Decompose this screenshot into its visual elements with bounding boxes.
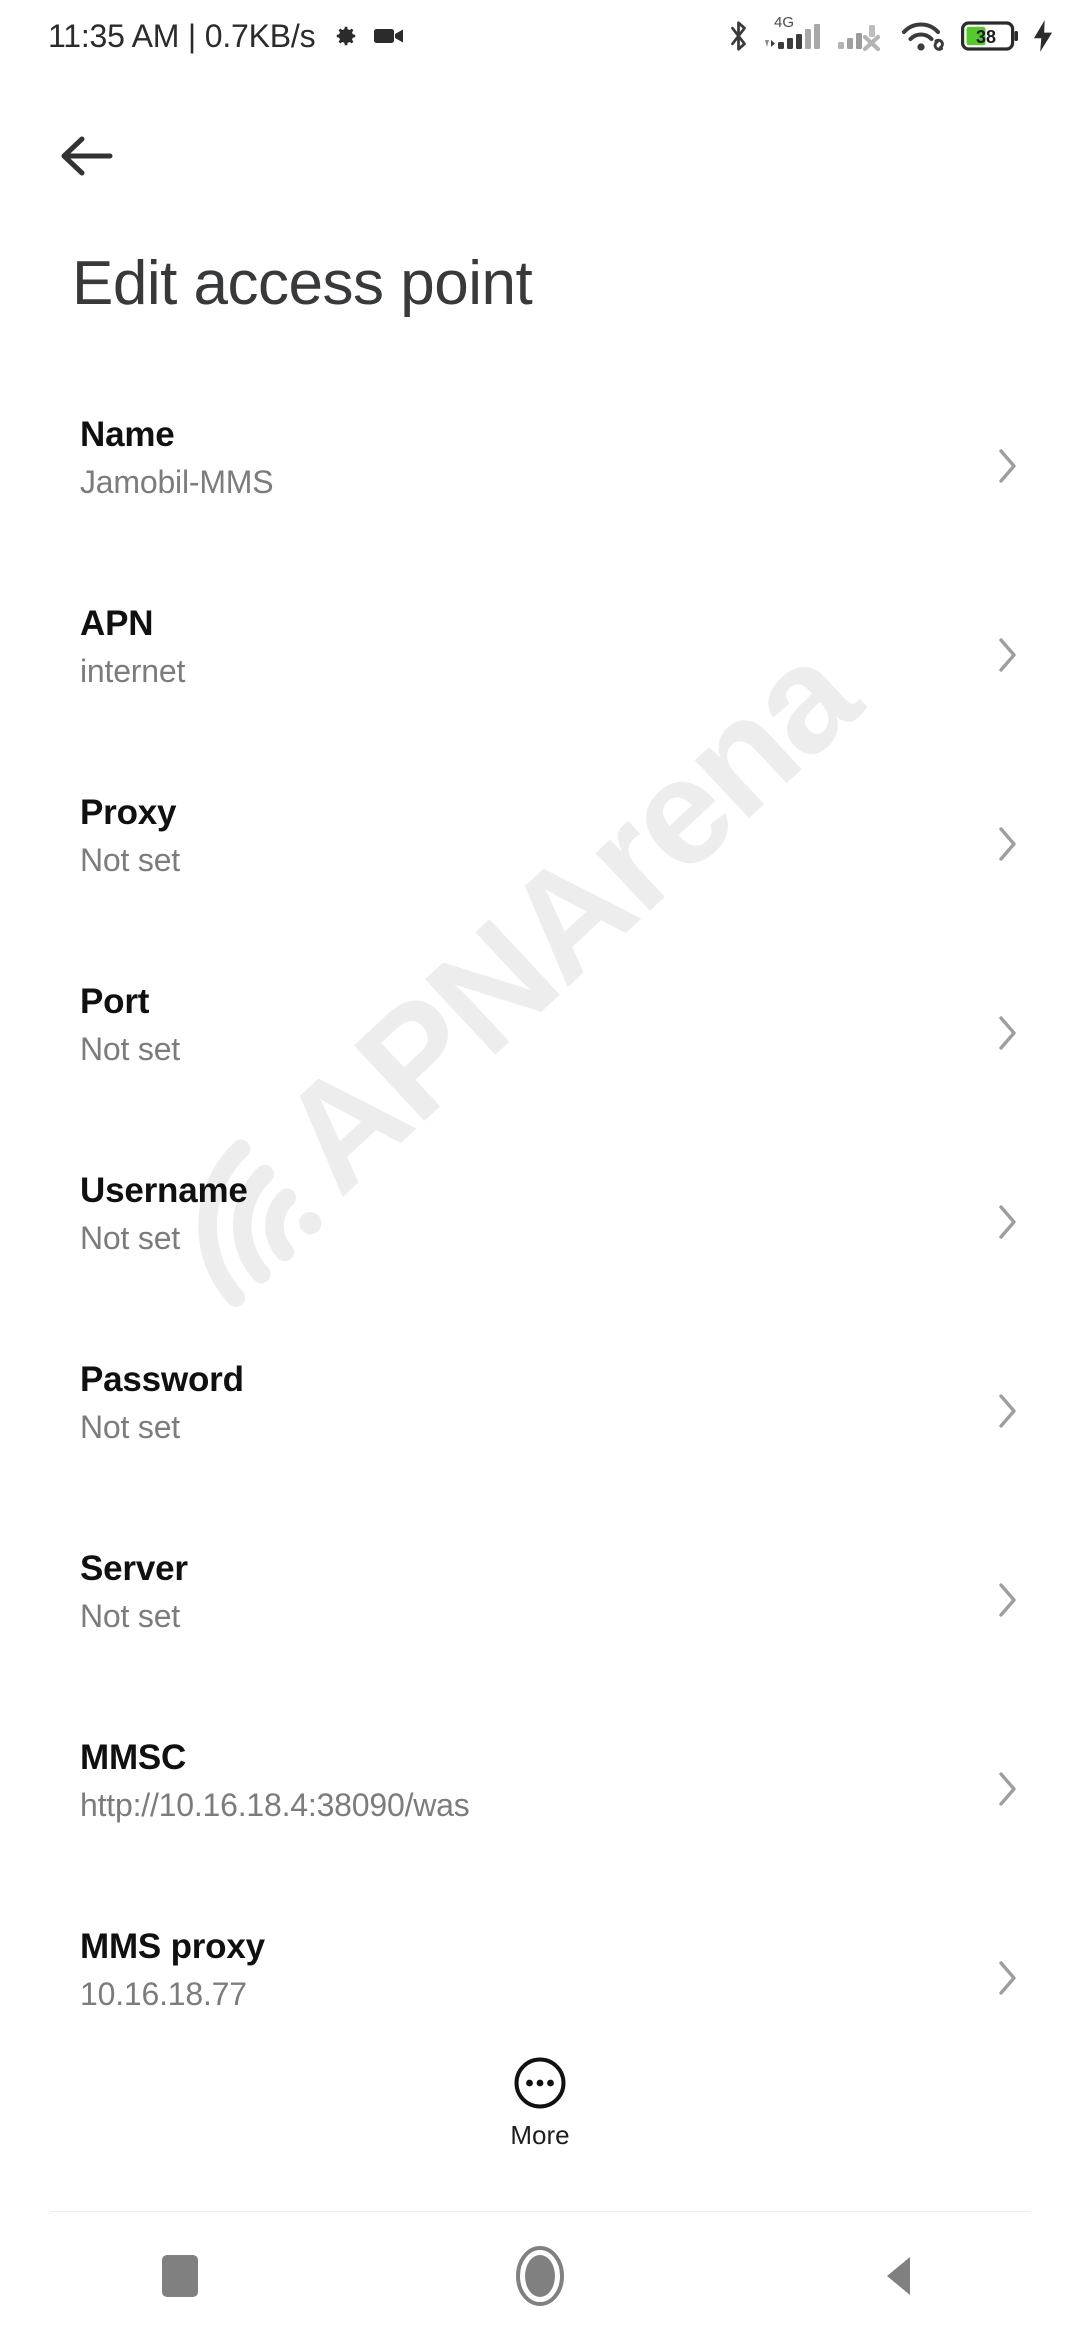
nav-recents-button[interactable]: [0, 2212, 360, 2340]
row-value: internet: [80, 653, 186, 690]
network-type-label: 4G: [774, 14, 795, 31]
square-icon: [162, 2255, 198, 2297]
row-value: Jamobil-MMS: [80, 464, 274, 501]
triangle-left-icon: [887, 2257, 910, 2295]
setting-row-password[interactable]: Password Not set: [0, 1353, 1080, 1542]
more-button-label: More: [510, 2120, 570, 2150]
chevron-right-icon[interactable]: [988, 824, 1028, 864]
row-text: Name Jamobil-MMS: [80, 408, 988, 502]
row-title: Proxy: [80, 793, 177, 832]
setting-row-server[interactable]: Server Not set: [0, 1542, 1080, 1731]
row-text: MMSC http://10.16.18.4:38090/was: [80, 1731, 988, 1825]
setting-row-port[interactable]: Port Not set: [0, 975, 1080, 1164]
circle-icon: [516, 2246, 564, 2306]
chevron-right-icon[interactable]: [988, 446, 1028, 486]
page-title: Edit access point: [72, 249, 533, 318]
status-bar-right: 4G 38: [726, 14, 1056, 54]
bluetooth-icon: [731, 21, 746, 51]
signal-4g-icon: 4G: [762, 14, 826, 54]
row-title: MMS proxy: [80, 1927, 265, 1966]
setting-row-name[interactable]: Name Jamobil-MMS: [0, 408, 1080, 597]
phone-screen: APNArena 11:35 AM | 0.7KB/s 4G 38 Edit a…: [0, 0, 1080, 2340]
row-text: Proxy Not set: [80, 786, 988, 880]
chevron-right-icon[interactable]: [988, 1769, 1028, 1809]
row-title: Password: [80, 1360, 244, 1399]
chevron-right-icon[interactable]: [988, 1958, 1028, 1998]
row-text: APN internet: [80, 597, 988, 691]
setting-row-apn[interactable]: APN internet: [0, 597, 1080, 786]
chevron-right-icon[interactable]: [988, 1013, 1028, 1053]
setting-row-proxy[interactable]: Proxy Not set: [0, 786, 1080, 975]
charging-bolt-icon: [1033, 20, 1053, 52]
more-circle-icon: [514, 2057, 566, 2109]
row-text: MMS proxy 10.16.18.77: [80, 1920, 988, 2014]
status-bar: 11:35 AM | 0.7KB/s 4G 38: [0, 0, 1080, 72]
row-value: http://10.16.18.4:38090/was: [80, 1787, 470, 1824]
setting-row-mmsc[interactable]: MMSC http://10.16.18.4:38090/was: [0, 1731, 1080, 1920]
arrow-left-icon: [61, 136, 113, 176]
row-text: Username Not set: [80, 1164, 988, 1258]
chevron-right-icon[interactable]: [988, 1202, 1028, 1242]
row-title: Server: [80, 1549, 188, 1588]
row-text: Port Not set: [80, 975, 988, 1069]
more-button[interactable]: More: [0, 2055, 1080, 2151]
battery-icon: 38: [961, 21, 1018, 51]
android-nav-bar: [0, 2212, 1080, 2340]
gear-icon: [337, 26, 356, 46]
svg-text:38: 38: [976, 27, 996, 47]
chevron-right-icon[interactable]: [988, 635, 1028, 675]
row-value: Not set: [80, 1598, 180, 1635]
wifi-link-icon: [902, 22, 944, 51]
row-value: Not set: [80, 1409, 180, 1446]
row-title: Name: [80, 415, 175, 454]
row-title: APN: [80, 604, 154, 643]
signal-sim2-off-icon: [838, 25, 881, 52]
row-title: Port: [80, 982, 150, 1021]
settings-list: Name Jamobil-MMS APN internet Proxy Not …: [0, 408, 1080, 2109]
row-value: Not set: [80, 1031, 180, 1068]
row-title: Username: [80, 1171, 248, 1210]
chevron-right-icon[interactable]: [988, 1391, 1028, 1431]
row-value: 10.16.18.77: [80, 1976, 247, 2013]
back-button[interactable]: [52, 120, 124, 192]
nav-back-button[interactable]: [720, 2212, 1080, 2340]
row-text: Server Not set: [80, 1542, 988, 1636]
status-clock: 11:35 AM | 0.7KB/s: [48, 17, 316, 54]
chevron-right-icon[interactable]: [988, 1580, 1028, 1620]
setting-row-username[interactable]: Username Not set: [0, 1164, 1080, 1353]
nav-home-button[interactable]: [360, 2212, 720, 2340]
row-title: MMSC: [80, 1738, 187, 1777]
row-text: Password Not set: [80, 1353, 988, 1447]
row-value: Not set: [80, 842, 180, 879]
video-camera-icon: [374, 29, 404, 43]
row-value: Not set: [80, 1220, 180, 1257]
status-bar-left: 11:35 AM | 0.7KB/s: [48, 18, 726, 55]
